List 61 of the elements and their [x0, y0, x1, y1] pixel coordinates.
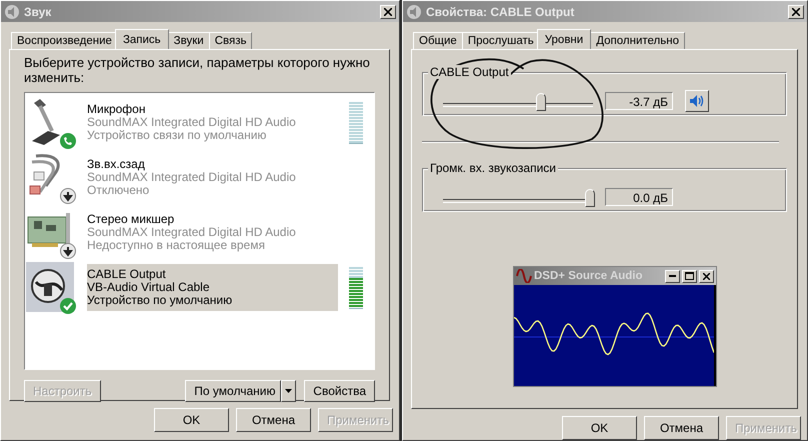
- level-slider[interactable]: [443, 187, 593, 207]
- maximize-button[interactable]: [682, 270, 697, 282]
- close-icon: [792, 8, 800, 16]
- device-item[interactable]: Зв.вх.сзад SoundMAX Integrated Digital HD Audio Отключено: [26, 150, 373, 205]
- device-driver: SoundMAX Integrated Digital HD Audio: [87, 116, 297, 129]
- device-status: Устройство по умолчанию: [87, 294, 234, 307]
- device-name: Зв.вх.сзад: [87, 158, 146, 171]
- tab[interactable]: Звуки: [168, 32, 210, 49]
- sine-wave-icon: [516, 269, 532, 283]
- speaker-icon: [406, 4, 422, 20]
- dialog-button[interactable]: OK: [154, 408, 229, 432]
- tab[interactable]: Связь: [208, 32, 252, 49]
- close-button[interactable]: [699, 270, 714, 282]
- speaker-icon: [689, 94, 705, 108]
- tab[interactable]: Общие: [413, 32, 463, 49]
- window-title: Свойства: CABLE Output: [426, 4, 576, 18]
- dialog-button[interactable]: Отмена: [644, 416, 719, 440]
- tab[interactable]: Уровни: [536, 29, 592, 49]
- group-label: CABLE Output: [428, 65, 511, 79]
- default-button[interactable]: По умолчанию: [185, 380, 282, 402]
- phone-icon: [60, 132, 76, 148]
- device-name: Стерео микшер: [87, 213, 176, 226]
- device-driver: VB-Audio Virtual Cable: [87, 281, 211, 294]
- device-name: CABLE Output: [87, 268, 167, 281]
- cable-icon: [26, 262, 74, 312]
- device-status: Устройство связи по умолчанию: [87, 129, 268, 142]
- tab[interactable]: Прослушать: [462, 32, 540, 49]
- close-button[interactable]: [788, 4, 804, 18]
- minimize-button[interactable]: [665, 270, 680, 282]
- properties-button[interactable]: Свойства: [304, 380, 375, 402]
- device-name: Микрофон: [87, 103, 146, 116]
- slider-thumb[interactable]: [585, 189, 595, 207]
- dialog-button[interactable]: Отмена: [236, 408, 311, 432]
- device-status: Недоступно в настоящее время: [87, 239, 266, 252]
- dialog-button[interactable]: OK: [562, 416, 637, 440]
- dropdown-button[interactable]: [281, 380, 296, 402]
- close-icon: [384, 8, 392, 16]
- close-button[interactable]: [380, 4, 396, 18]
- tab[interactable]: Дополнительно: [590, 32, 685, 49]
- mute-button[interactable]: [685, 90, 709, 112]
- close-icon: [703, 272, 710, 280]
- device-item[interactable]: Стерео микшер SoundMAX Integrated Digital HD Audio Недоступно в настоящее время: [26, 205, 373, 260]
- tab[interactable]: Запись: [114, 29, 169, 49]
- minimize-icon: [669, 275, 676, 277]
- window-title: Звук: [24, 4, 52, 18]
- tab[interactable]: Воспроизведение: [11, 32, 118, 49]
- device-item[interactable]: Микрофон SoundMAX Integrated Digital HD Audio Устройство связи по умолчанию: [26, 95, 373, 150]
- level-slider[interactable]: [443, 91, 593, 111]
- window-title: DSD+ Source Audio: [534, 270, 644, 282]
- device-status: Отключено: [87, 184, 150, 197]
- group-label: Громк. вх. звукозаписи: [428, 161, 558, 175]
- device-driver: SoundMAX Integrated Digital HD Audio: [87, 226, 297, 239]
- slider-thumb[interactable]: [536, 93, 546, 111]
- device-driver: SoundMAX Integrated Digital HD Audio: [87, 171, 297, 184]
- level-reading: -3.7 дБ: [605, 92, 673, 110]
- check-icon: [60, 298, 76, 314]
- instruction-text: Выберите устройство записи, параметры которого нужно изменить:: [24, 55, 371, 85]
- speaker-icon: [4, 4, 20, 20]
- level-reading: 0.0 дБ: [605, 188, 673, 206]
- maximize-icon: [685, 272, 694, 280]
- caret-icon: [285, 389, 292, 393]
